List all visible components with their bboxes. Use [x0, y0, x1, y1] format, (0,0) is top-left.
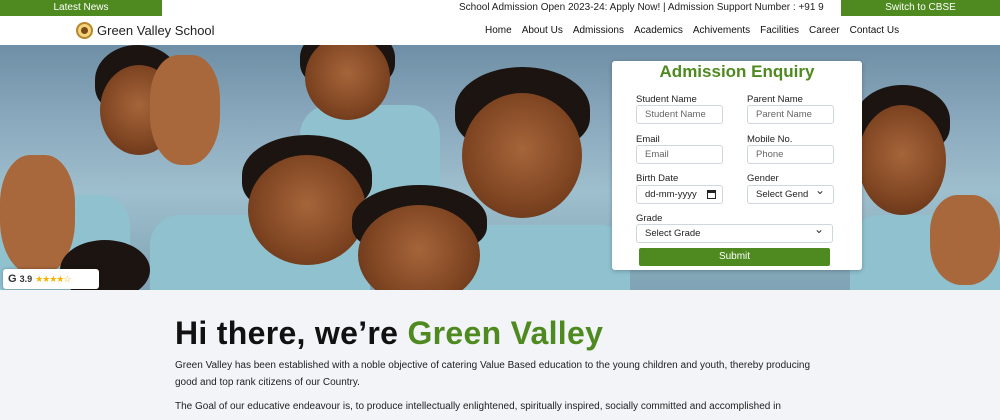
- mobile-input[interactable]: Phone: [747, 145, 834, 164]
- birth-date-value: dd-mm-yyyy: [645, 189, 697, 200]
- intro-paragraph-1: Green Valley has been established with a…: [175, 360, 811, 388]
- nav-home[interactable]: Home: [485, 16, 512, 45]
- calendar-icon[interactable]: [707, 190, 716, 199]
- nav-admissions[interactable]: Admissions: [573, 16, 624, 45]
- latest-news-label: Latest News: [0, 0, 162, 16]
- school-logo-icon[interactable]: [76, 22, 93, 39]
- hero-photo-shape: [150, 55, 220, 165]
- gender-label: Gender: [747, 173, 779, 184]
- grade-select[interactable]: Select Grade: [636, 221, 833, 243]
- brand-name[interactable]: Green Valley School: [97, 22, 215, 39]
- birth-date-label: Birth Date: [636, 173, 679, 184]
- review-rating: 3.9: [19, 274, 33, 284]
- hero-photo-shape: [248, 155, 366, 265]
- nav-about-us[interactable]: About Us: [522, 16, 563, 45]
- intro-headline: Hi there, we’re Green Valley: [175, 315, 603, 352]
- google-icon: G: [8, 273, 17, 285]
- news-ticker-text[interactable]: School Admission Open 2023-24: Apply Now…: [459, 0, 824, 16]
- star-rating-icon: ★★★★☆: [35, 273, 71, 284]
- admission-enquiry-form: Admission Enquiry Student Name Student N…: [612, 61, 862, 270]
- headline-accent: Green Valley: [407, 315, 604, 351]
- email-input[interactable]: Email: [636, 145, 723, 164]
- grade-label: Grade: [636, 213, 663, 224]
- hero-photo-shape: [858, 105, 946, 215]
- nav-facilities[interactable]: Facilities: [760, 16, 799, 45]
- student-name-label: Student Name: [636, 94, 697, 105]
- form-title: Admission Enquiry: [659, 62, 815, 81]
- nav-contact-us[interactable]: Contact Us: [850, 16, 899, 45]
- email-label: Email: [636, 134, 660, 145]
- parent-name-label: Parent Name: [747, 94, 803, 105]
- mobile-label: Mobile No.: [747, 134, 793, 145]
- submit-button[interactable]: Submit: [639, 248, 830, 266]
- student-name-input[interactable]: Student Name: [636, 105, 723, 124]
- hero-photo-shape: [462, 93, 582, 218]
- intro-section: Hi there, we’re Green Valley Green Valle…: [0, 290, 1000, 420]
- news-ticker[interactable]: School Admission Open 2023-24: Apply Now…: [162, 0, 840, 16]
- nav-career[interactable]: Career: [809, 16, 840, 45]
- main-nav: Home About Us Admissions Academics Achiv…: [480, 16, 904, 45]
- nav-achivements[interactable]: Achivements: [693, 16, 750, 45]
- nav-academics[interactable]: Academics: [634, 16, 683, 45]
- switch-to-cbse-button[interactable]: Switch to CBSE: [841, 0, 1000, 16]
- news-bar: Latest News School Admission Open 2023-2…: [0, 0, 1000, 16]
- google-review-badge[interactable]: G 3.9 ★★★★☆: [3, 269, 99, 289]
- grade-select-value: Select Grade: [645, 228, 701, 239]
- parent-name-input[interactable]: Parent Name: [747, 105, 834, 124]
- birth-date-input[interactable]: dd-mm-yyyy: [636, 185, 723, 204]
- site-header: Green Valley School Home About Us Admiss…: [0, 16, 1000, 45]
- gender-select[interactable]: Select Gend: [747, 182, 834, 204]
- hero-photo-shape: [930, 195, 1000, 285]
- headline-prefix: Hi there, we’re: [175, 315, 408, 351]
- intro-paragraph-2: The Goal of our educative endeavour is, …: [175, 401, 781, 412]
- gender-select-value: Select Gend: [756, 189, 809, 200]
